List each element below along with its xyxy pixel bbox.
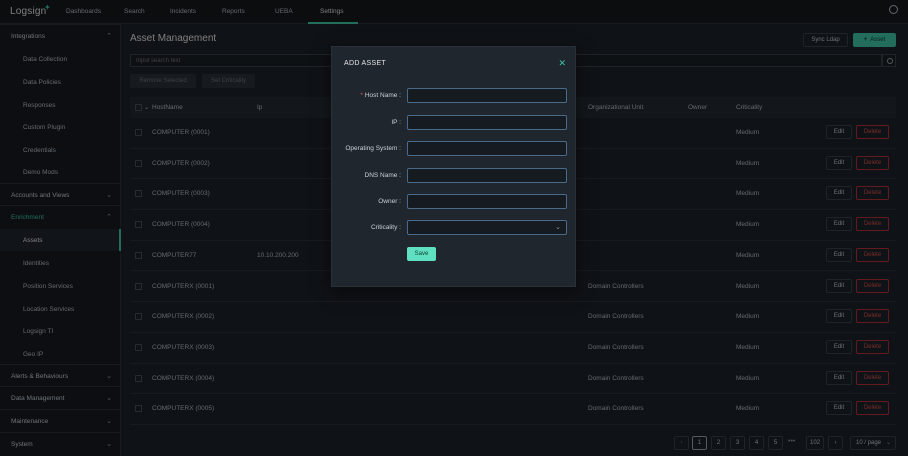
operating-system-field[interactable] xyxy=(407,141,567,156)
close-icon[interactable]: ✕ xyxy=(558,58,566,69)
host-name-field[interactable] xyxy=(407,88,567,103)
owner-label-text: Owner xyxy=(378,198,398,205)
host-name-label: * Host Name : xyxy=(360,92,401,99)
owner-label: Owner : xyxy=(378,198,401,205)
criticality-select[interactable]: ⌄ xyxy=(407,220,567,235)
operating-system-label-text: Operating System xyxy=(345,145,398,152)
add-asset-modal: ADD ASSET ✕ * Host Name : IP : Operating Sy… xyxy=(331,46,576,287)
ip-label: IP : xyxy=(391,119,401,126)
save-button[interactable]: Save xyxy=(407,247,436,261)
criticality-label: Criticality : xyxy=(371,224,401,231)
dns-name-label-text: DNS Name xyxy=(364,172,398,179)
required-marker: * xyxy=(360,92,363,99)
criticality-label-text: Criticality xyxy=(371,224,398,231)
ip-field[interactable] xyxy=(407,115,567,130)
owner-field[interactable] xyxy=(407,194,567,209)
dns-name-label: DNS Name : xyxy=(364,172,402,179)
operating-system-label: Operating System : xyxy=(345,145,401,152)
modal-title: ADD ASSET xyxy=(344,60,386,67)
chevron-down-icon: ⌄ xyxy=(555,224,561,231)
dns-name-field[interactable] xyxy=(407,168,567,183)
host-name-label-text: Host Name xyxy=(364,92,398,99)
